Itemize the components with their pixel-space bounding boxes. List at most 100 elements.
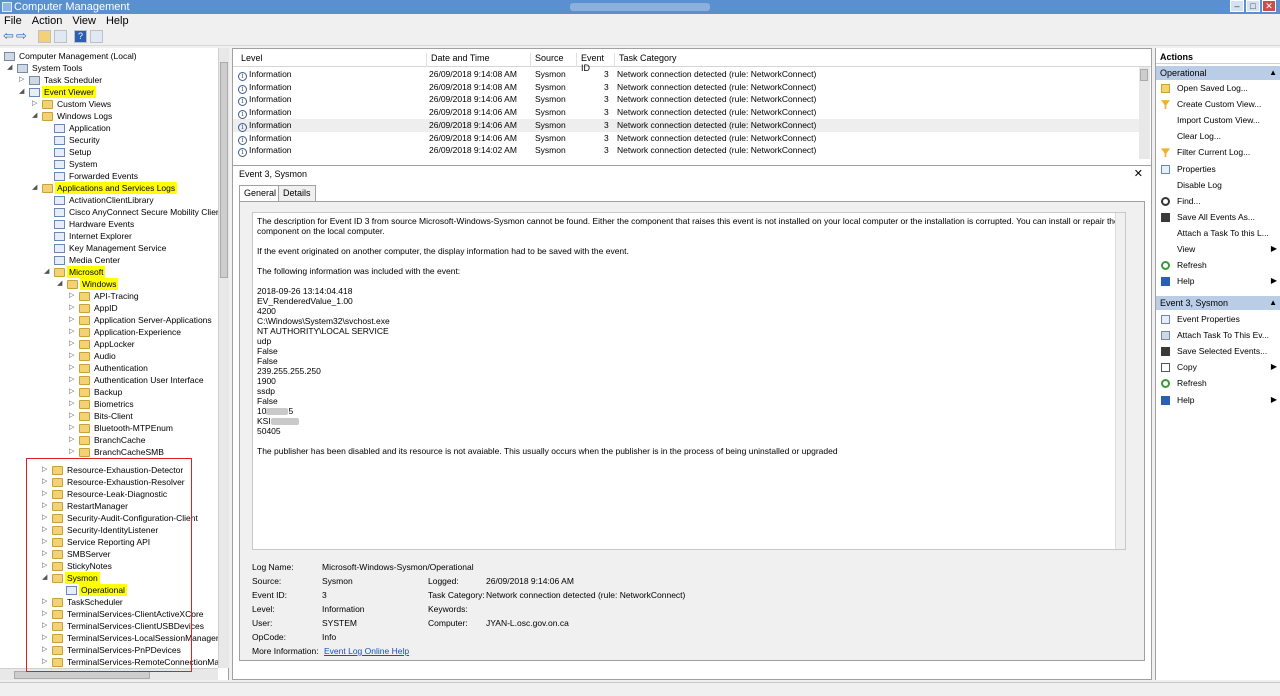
collapsed-arrow-icon[interactable]: ▷ [69,304,75,312]
action-item[interactable]: Event Properties [1156,312,1280,326]
help-icon[interactable]: ? [74,30,87,43]
action-item-label: Save Selected Events... [1177,346,1268,357]
col-source[interactable]: Source [531,53,577,67]
collapsed-arrow-icon[interactable]: ▷ [42,562,48,570]
folder-icon [52,550,63,559]
menu-view[interactable]: View [72,15,96,27]
event-row[interactable]: i Information 26/09/2018 9:14:06 AM Sysmon 3… [233,118,1139,132]
action-item[interactable]: Disable Log [1156,178,1280,192]
information-icon: i [238,122,247,132]
tree-item-label: System Tools [32,63,83,73]
menu-help[interactable]: Help [106,15,129,27]
collapsed-arrow-icon[interactable]: ▷ [69,376,75,384]
action-item[interactable]: Create Custom View... [1156,97,1280,111]
forward-arrow-icon[interactable]: ⇨ [16,29,29,43]
event-row[interactable]: i Information 26/09/2018 9:14:06 AM Sysmon 3… [233,106,1139,120]
actions-section-operational[interactable]: Operational ▲ [1156,66,1280,80]
action-item[interactable]: Import Custom View... [1156,113,1280,127]
event-row[interactable]: i Information 26/09/2018 9:14:08 AM Sysmon 3… [233,81,1139,94]
close-detail-button[interactable]: ✕ [1134,166,1143,182]
action-item[interactable]: Help ▶ [1156,393,1280,407]
collapsed-arrow-icon[interactable]: ▷ [32,100,38,108]
expanded-arrow-icon[interactable]: ◢ [57,280,63,288]
action-item[interactable]: Save Selected Events... [1156,344,1280,358]
action-item[interactable]: Properties [1156,162,1280,176]
collapsed-arrow-icon[interactable]: ▷ [69,328,75,336]
expanded-arrow-icon[interactable]: ◢ [19,88,25,96]
expanded-arrow-icon[interactable]: ◢ [32,112,38,120]
desc-paragraph-3: The following information was included w… [257,266,461,276]
action-item[interactable]: Attach a Task To this L... [1156,226,1280,240]
expanded-arrow-icon[interactable]: ◢ [42,574,48,582]
event-row[interactable]: i Information 26/09/2018 9:14:06 AM Sysmon 3… [233,93,1139,107]
show-hide-console-tree-icon[interactable] [54,30,67,43]
collapsed-arrow-icon[interactable]: ▷ [42,550,48,558]
collapsed-arrow-icon[interactable]: ▷ [42,538,48,546]
event-log-online-help-link[interactable]: Event Log Online Help [324,646,409,656]
minimize-button[interactable]: – [1230,0,1244,12]
action-item[interactable]: Save All Events As... [1156,210,1280,224]
collapsed-arrow-icon[interactable]: ▷ [42,514,48,522]
action-item[interactable]: Refresh [1156,376,1280,390]
tab-general[interactable]: General [239,185,282,202]
close-window-button[interactable]: ✕ [1262,0,1276,12]
collapsed-arrow-icon[interactable]: ▷ [69,388,75,396]
col-event-id[interactable]: Event ID [577,53,615,73]
collapsed-arrow-icon[interactable]: ▷ [42,466,48,474]
maximize-button[interactable]: □ [1246,0,1260,12]
collapsed-arrow-icon[interactable]: ▷ [69,364,75,372]
collapsed-arrow-icon[interactable]: ▷ [69,316,75,324]
back-arrow-icon[interactable]: ⇦ [3,29,16,43]
collapsed-arrow-icon[interactable]: ▷ [42,658,48,666]
collapsed-arrow-icon[interactable]: ▷ [42,526,48,534]
grid-vertical-scrollbar[interactable] [1139,67,1150,159]
collapsed-arrow-icon[interactable]: ▷ [42,646,48,654]
col-level[interactable]: Level [237,53,427,67]
tree-horizontal-scrollbar[interactable] [0,668,218,680]
action-item[interactable]: Filter Current Log... [1156,145,1280,159]
description-scrollbar[interactable] [1115,213,1125,549]
collapsed-arrow-icon[interactable]: ▷ [42,478,48,486]
expanded-arrow-icon[interactable]: ◢ [32,184,38,192]
collapsed-arrow-icon[interactable]: ▷ [69,436,75,444]
collapsed-arrow-icon[interactable]: ▷ [42,502,48,510]
menu-file[interactable]: File [4,15,22,27]
action-item[interactable]: Help ▶ [1156,274,1280,288]
collapsed-arrow-icon[interactable]: ▷ [69,424,75,432]
collapsed-arrow-icon[interactable]: ▷ [42,634,48,642]
actions-section-event[interactable]: Event 3, Sysmon ▲ [1156,296,1280,310]
collapsed-arrow-icon[interactable]: ▷ [42,622,48,630]
action-item[interactable]: Open Saved Log... [1156,81,1280,95]
collapsed-arrow-icon[interactable]: ▷ [42,610,48,618]
collapsed-arrow-icon[interactable]: ▷ [69,352,75,360]
desc-data-line: False [257,356,278,366]
col-task-category[interactable]: Task Category [615,53,905,67]
collapsed-arrow-icon[interactable]: ▷ [42,598,48,606]
collapsed-arrow-icon[interactable]: ▷ [69,400,75,408]
collapsed-arrow-icon[interactable]: ▷ [69,448,75,456]
expanded-arrow-icon[interactable]: ◢ [44,268,50,276]
action-item[interactable]: Clear Log... [1156,129,1280,143]
col-date[interactable]: Date and Time [427,53,531,67]
event-row[interactable]: i Information 26/09/2018 9:14:02 AM Sysmon 3… [233,144,1139,158]
level-label: Level: [252,604,275,614]
up-folder-icon[interactable] [38,30,51,43]
action-item[interactable]: Refresh [1156,258,1280,272]
action-item[interactable]: Find... [1156,194,1280,208]
action-item[interactable]: Attach Task To This Ev... [1156,328,1280,342]
action-item[interactable]: Copy ▶ [1156,360,1280,374]
tree-vertical-scrollbar[interactable] [218,48,229,668]
keywords-label: Keywords: [428,604,468,614]
collapsed-arrow-icon[interactable]: ▷ [42,490,48,498]
collapsed-arrow-icon[interactable]: ▷ [19,76,25,84]
expanded-arrow-icon[interactable]: ◢ [7,64,13,72]
event-row[interactable]: i Information 26/09/2018 9:14:08 AM Sysmon 3… [233,68,1139,81]
show-hide-action-pane-icon[interactable] [90,30,103,43]
action-item[interactable]: View ▶ [1156,242,1280,256]
menu-action[interactable]: Action [32,15,63,27]
collapsed-arrow-icon[interactable]: ▷ [69,412,75,420]
collapsed-arrow-icon[interactable]: ▷ [69,292,75,300]
tab-details[interactable]: Details [278,185,316,201]
collapsed-arrow-icon[interactable]: ▷ [69,340,75,348]
event-row[interactable]: i Information 26/09/2018 9:14:06 AM Sysmon 3… [233,132,1139,145]
